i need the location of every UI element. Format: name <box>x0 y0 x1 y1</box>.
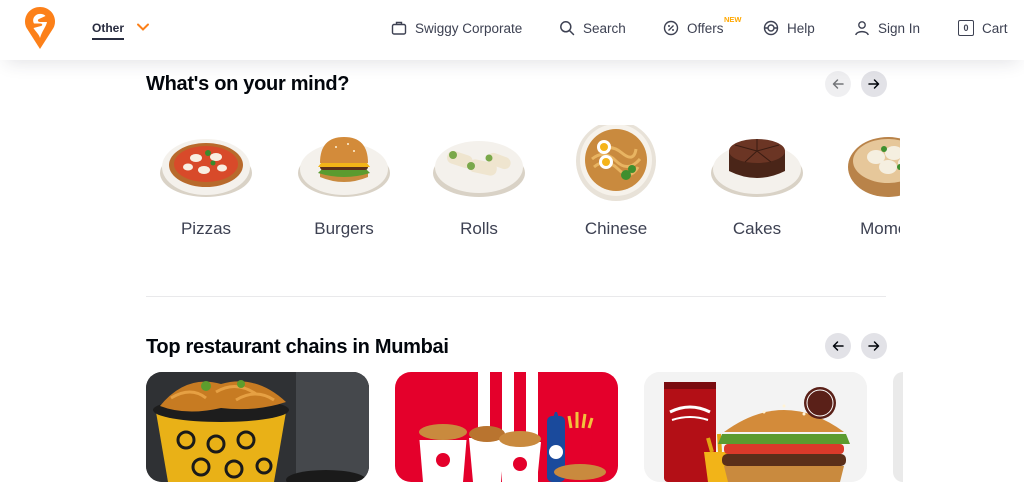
nav-offers[interactable]: Offers <box>663 18 724 38</box>
arrow-right-icon <box>868 341 880 351</box>
restaurant-image-kfc <box>395 372 618 482</box>
top-header: Other Swiggy Corporate Search Offers NEW <box>0 0 1024 60</box>
mind-prev-button[interactable] <box>825 71 851 97</box>
mind-next-button[interactable] <box>861 71 887 97</box>
restaurant-card-3[interactable] <box>644 372 867 482</box>
cake-icon <box>711 139 803 197</box>
nav-cart-label: Cart <box>982 20 1008 36</box>
cart-count: 0 <box>963 23 969 33</box>
restaurant-image-burger <box>644 372 867 482</box>
section-title-chains: Top restaurant chains in Mumbai <box>146 336 449 358</box>
nav-help-label: Help <box>787 20 815 36</box>
noodles-bowl-icon <box>576 125 656 201</box>
nav-cart[interactable]: 0 Cart <box>958 18 1008 38</box>
cuisine-item-cakes[interactable]: Cakes <box>697 125 817 250</box>
section-divider <box>146 296 886 297</box>
search-icon <box>560 21 575 36</box>
nav-search-label: Search <box>583 20 626 36</box>
pizza-icon <box>160 139 252 197</box>
cuisine-item-rolls[interactable]: Rolls <box>419 125 539 250</box>
arrow-left-icon <box>832 79 844 89</box>
cart-icon: 0 <box>958 20 974 36</box>
cuisine-label: Cakes <box>732 219 782 238</box>
chains-next-button[interactable] <box>861 333 887 359</box>
nav-swiggy-corporate[interactable]: Swiggy Corporate <box>391 18 522 38</box>
nav-offers-label: Offers <box>687 20 724 36</box>
momos-icon <box>848 137 900 197</box>
burger-icon <box>298 137 390 197</box>
restaurant-card-4[interactable] <box>893 372 903 482</box>
briefcase-icon <box>391 21 407 35</box>
cuisine-carousel: Pizzas Burgers Rolls Chinese Cakes Mom <box>146 125 900 250</box>
section-title-mind: What's on your mind? <box>146 73 350 95</box>
cuisine-item-momos[interactable]: Momos <box>828 125 900 250</box>
lifebuoy-icon <box>763 20 779 36</box>
cuisine-item-burgers[interactable]: Burgers <box>284 125 404 250</box>
location-selector[interactable]: Other <box>92 21 125 40</box>
offers-badge-icon <box>663 20 679 36</box>
arrow-right-icon <box>868 79 880 89</box>
cuisine-label: Burgers <box>314 219 374 238</box>
arrow-left-icon <box>832 341 844 351</box>
nav-corporate-label: Swiggy Corporate <box>415 20 523 36</box>
cuisine-label: Pizzas <box>180 219 232 238</box>
nav-signin-label: Sign In <box>878 20 921 36</box>
cuisine-label: Momos <box>860 219 900 238</box>
restaurant-image-noodles <box>146 372 369 482</box>
new-badge: NEW <box>724 15 742 24</box>
nav-sign-in[interactable]: Sign In <box>854 18 920 38</box>
swiggy-logo-icon[interactable] <box>25 7 55 49</box>
restaurant-card-2[interactable] <box>395 372 618 482</box>
rolls-icon <box>433 141 525 197</box>
restaurant-card-1[interactable] <box>146 372 369 482</box>
cuisine-label: Chinese <box>584 219 648 238</box>
nav-help[interactable]: Help <box>763 18 815 38</box>
cuisine-item-pizzas[interactable]: Pizzas <box>146 125 266 250</box>
user-icon <box>855 21 869 36</box>
cuisine-item-chinese[interactable]: Chinese <box>556 125 676 250</box>
chevron-down-icon[interactable] <box>136 20 150 34</box>
nav-search[interactable]: Search <box>559 18 626 38</box>
cuisine-label: Rolls <box>460 219 498 238</box>
chains-prev-button[interactable] <box>825 333 851 359</box>
